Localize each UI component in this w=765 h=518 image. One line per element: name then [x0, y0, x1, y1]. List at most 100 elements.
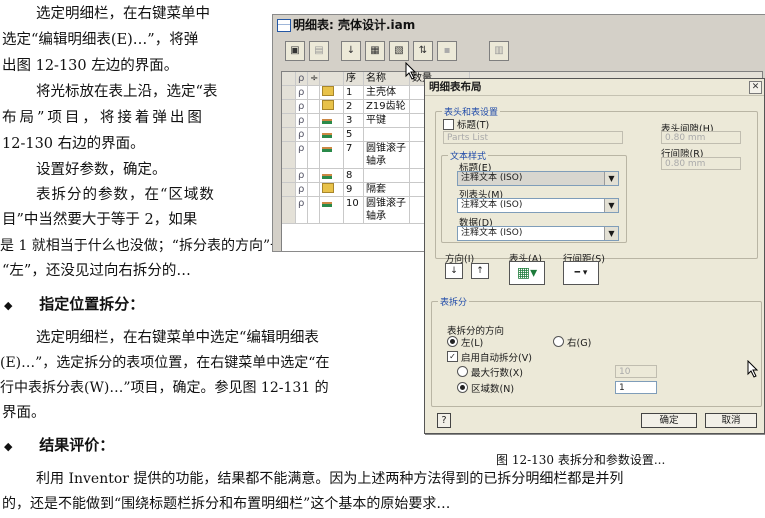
- pin-icon: ρ: [296, 169, 308, 182]
- split-left-radio[interactable]: [447, 336, 458, 347]
- chevron-down-icon[interactable]: ▼: [604, 172, 618, 185]
- column-marker-icon: ÷: [310, 72, 320, 85]
- chevron-down-icon[interactable]: ▼: [604, 199, 618, 212]
- item-number: 1: [344, 86, 364, 99]
- ok-button[interactable]: 确定: [641, 413, 697, 428]
- text-line-7: 设置好参数，确定。: [36, 162, 167, 178]
- column-header-value: 注释文本 (ISO): [461, 200, 523, 210]
- item-name: [364, 169, 410, 182]
- column-chooser-icon[interactable]: ▤: [309, 41, 329, 61]
- mouse-pointer-icon: [747, 360, 759, 378]
- text-line-6: 12-130 右边的界面。: [2, 136, 145, 152]
- filter-icon[interactable]: ▥: [489, 41, 509, 61]
- max-rows-label: 最大行数(X): [471, 368, 523, 379]
- mouse-pointer-icon: [405, 62, 417, 80]
- item-number: 10: [344, 197, 364, 223]
- header-cell[interactable]: 名称: [364, 72, 410, 85]
- max-rows-input[interactable]: 10: [615, 365, 657, 378]
- line-item-icon: [320, 169, 344, 182]
- figure-caption: 图 12-130 表拆分和参数设置...: [496, 453, 666, 467]
- bom-window-title: 明细表: 壳体设计.iam: [293, 18, 416, 32]
- regions-input[interactable]: 1: [615, 381, 657, 394]
- text-line-1: 选定明细栏，在右键菜单中: [36, 6, 210, 22]
- regions-radio[interactable]: [457, 382, 468, 393]
- title-checkbox-label: 标题(T): [457, 120, 490, 131]
- bom-toolbar: ▣ ▤ ↓ ▦ ▧ ⇅ ▪ ▥: [273, 35, 765, 67]
- pin-icon: ρ: [296, 128, 308, 141]
- direction-up-icon[interactable]: ↑: [471, 263, 489, 279]
- item-name: [364, 128, 410, 141]
- text-line-3: 出图 12-130 左边的界面。: [2, 58, 179, 74]
- title-checkbox[interactable]: [443, 119, 454, 130]
- line-item-icon: [320, 114, 344, 127]
- header-cell[interactable]: 序号: [344, 72, 364, 85]
- data-style-select[interactable]: 注释文本 (ISO) ▼: [457, 226, 619, 241]
- chevron-down-icon[interactable]: ▼: [604, 227, 618, 240]
- text-line-2: 选定“编辑明细表(E)…”，将弹: [2, 32, 199, 48]
- cancel-button[interactable]: 取消: [705, 413, 757, 428]
- close-icon[interactable]: ✕: [749, 81, 762, 94]
- text-line-5: 布局”项目，将接着弹出图: [2, 110, 205, 126]
- text-line-9: 目”中当然要大于等于 2，如果: [2, 212, 198, 228]
- item-name: 圆锥滚子轴承: [364, 197, 410, 223]
- tree-view-icon[interactable]: ▣: [285, 41, 305, 61]
- pin-icon: ρ: [296, 86, 308, 99]
- help-button[interactable]: ?: [437, 413, 451, 428]
- part-icon: [320, 86, 344, 99]
- column-header-select[interactable]: 注释文本 (ISO) ▼: [457, 198, 619, 213]
- direction-down-icon[interactable]: ↓: [445, 263, 463, 279]
- regions-label: 区域数(N): [471, 384, 515, 395]
- item-number: 5: [344, 128, 364, 141]
- title-style-select[interactable]: 注释文本 (ISO) ▼: [457, 171, 619, 186]
- header-gap-input[interactable]: 0.80 mm: [661, 131, 741, 144]
- max-rows-radio[interactable]: [457, 366, 468, 377]
- para2-line-2: (E)…”，选定拆分的表项位置，在右键菜单中选定“在: [0, 355, 330, 371]
- para2-line-1: 选定明细栏，在右键菜单中选定“编辑明细表: [36, 330, 319, 346]
- title-style-value: 注释文本 (ISO): [461, 173, 523, 183]
- split-right-radio[interactable]: [553, 336, 564, 347]
- column-pin-icon: ρ: [296, 72, 308, 85]
- pin-icon: ρ: [296, 100, 308, 113]
- pin-icon: ρ: [296, 142, 308, 168]
- export-icon[interactable]: ▦: [365, 41, 385, 61]
- split-right-label: 右(G): [567, 338, 592, 349]
- bullet-heading-text: 指定位置拆分：: [39, 295, 145, 313]
- group-label: 表拆分: [438, 295, 470, 308]
- item-name: Z19齿轮: [364, 100, 410, 113]
- table-layout-dialog: 明细表布局 ✕ 表头和表设置 标题(T) Parts List 表头间隙(H) …: [424, 78, 765, 434]
- header-grid-icon[interactable]: ▦▾: [509, 261, 545, 285]
- split-left-label: 左(L): [461, 338, 484, 349]
- item-number: 3: [344, 114, 364, 127]
- bullet-heading-text: 结果评价：: [39, 436, 115, 454]
- pin-icon: ρ: [296, 197, 308, 223]
- line-item-icon: [320, 197, 344, 223]
- line-item-icon: [320, 128, 344, 141]
- item-name: 平键: [364, 114, 410, 127]
- title-input[interactable]: Parts List: [443, 131, 623, 144]
- row-gap-input[interactable]: 0.80 mm: [661, 157, 741, 170]
- part-icon: [320, 183, 344, 196]
- diamond-bullet-icon: ◆: [4, 299, 13, 312]
- item-number: 7: [344, 142, 364, 168]
- bullet-heading-evaluation: ◆ 结果评价：: [4, 434, 114, 455]
- text-line-4: 将光标放在表上沿，选定“表: [36, 84, 218, 100]
- item-number: 8: [344, 169, 364, 182]
- sort-icon[interactable]: ↓: [341, 41, 361, 61]
- item-name: 圆锥滚子轴承: [364, 142, 410, 168]
- part-icon: [320, 100, 344, 113]
- line-item-icon: [320, 142, 344, 168]
- disabled-tool-icon[interactable]: ▪: [437, 41, 457, 61]
- auto-split-label: 启用自动拆分(V): [461, 353, 532, 364]
- line-spacing-icon[interactable]: ━ ▾: [563, 261, 599, 285]
- dialog-title: 明细表布局: [425, 79, 764, 96]
- bom-window-titlebar: 明细表: 壳体设计.iam: [273, 15, 765, 35]
- pin-icon: ρ: [296, 114, 308, 127]
- text-line-8: 表拆分的参数，在“区域数: [36, 187, 215, 203]
- para3-line-1: 利用 Inventor 提供的功能，结果都不能满意。因为上述两种方法得到的已拆分…: [36, 471, 624, 487]
- item-name: 隔套: [364, 183, 410, 196]
- data-style-value: 注释文本 (ISO): [461, 228, 523, 238]
- auto-split-checkbox[interactable]: ✓: [447, 351, 458, 362]
- item-number: 9: [344, 183, 364, 196]
- renumber-icon[interactable]: ⇅: [413, 41, 433, 61]
- table-layout-icon[interactable]: ▧: [389, 41, 409, 61]
